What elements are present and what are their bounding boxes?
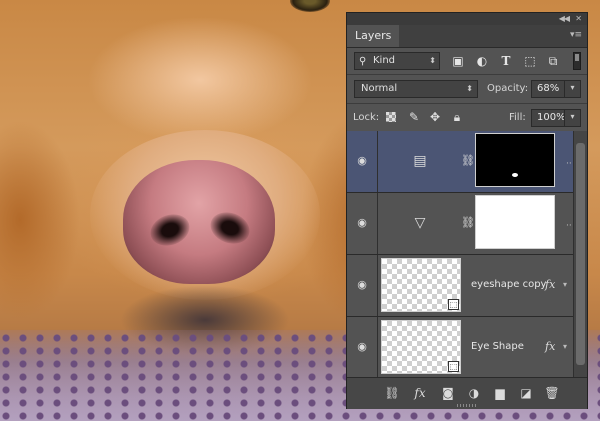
fill-value: 100% xyxy=(537,112,566,123)
delete-layer-icon[interactable]: 🗑︎ xyxy=(543,385,561,401)
resize-grip[interactable] xyxy=(457,404,477,407)
visibility-toggle[interactable]: ◉ xyxy=(347,131,378,192)
layer-row[interactable]: ◉ ⬚ eyeshape copy fx ▾ xyxy=(347,255,573,317)
filter-kind-select[interactable]: ⚲ Kind ⬍ xyxy=(354,52,440,70)
shape-layer-badge-icon: ⬚ xyxy=(448,361,459,372)
visibility-toggle[interactable]: ◉ xyxy=(347,255,378,316)
more-icon: ·· xyxy=(566,221,572,231)
chevron-updown-icon: ⬍ xyxy=(466,84,473,93)
lock-row: Lock: ✎ ✥ 🔒︎ Fill: 100% ▾ xyxy=(347,104,587,132)
dog-nose xyxy=(123,160,275,284)
adjustment-layer-filter-icon[interactable]: ◐ xyxy=(474,53,490,69)
panel-tab-row: Layers ▾≡ xyxy=(347,25,587,48)
panel-menu-icon[interactable]: ▾≡ xyxy=(570,30,582,40)
fx-icon[interactable]: fx xyxy=(545,339,555,355)
chevron-down-icon[interactable]: ▾ xyxy=(563,277,567,293)
collapse-icon[interactable]: ◀◀ xyxy=(559,13,570,25)
photo-region xyxy=(0,120,80,320)
scrollbar-thumb[interactable] xyxy=(576,143,585,365)
search-icon: ⚲ xyxy=(359,56,367,67)
mask-dot xyxy=(512,173,518,177)
layer-name[interactable]: Eye Shape xyxy=(471,339,524,355)
chevron-down-icon[interactable]: ▾ xyxy=(564,109,580,127)
lock-all-icon[interactable]: 🔒︎ xyxy=(450,109,464,125)
opacity-value: 68% xyxy=(537,83,560,94)
new-adjustment-layer-icon[interactable]: ◑ xyxy=(465,385,483,401)
new-group-icon[interactable]: ▆ xyxy=(491,385,509,401)
filter-row: ⚲ Kind ⬍ ▣ ◐ T ⬚ ⧉ xyxy=(347,48,587,74)
layer-thumbnail[interactable]: ⬚ xyxy=(381,258,461,312)
dog-eye xyxy=(290,0,330,12)
lock-label: Lock: xyxy=(353,112,380,123)
pixel-layer-filter-icon[interactable]: ▣ xyxy=(450,53,466,69)
layer-mask-thumbnail[interactable] xyxy=(475,133,555,187)
link-layers-icon[interactable]: ⛓ xyxy=(383,385,401,401)
layers-bottom-toolbar: ⛓ fx ◙ ◑ ▆ ◪ 🗑︎ xyxy=(347,377,587,409)
smart-object-filter-icon[interactable]: ⧉ xyxy=(545,53,561,69)
more-icon: ·· xyxy=(566,159,572,169)
close-icon[interactable]: ✕ xyxy=(575,13,582,25)
lock-position-icon[interactable]: ✥ xyxy=(428,109,442,125)
filter-kind-label: Kind xyxy=(373,55,396,66)
shape-layer-filter-icon[interactable]: ⬚ xyxy=(522,53,538,69)
layer-row[interactable]: ◉ ▽ ⛓ ·· xyxy=(347,193,573,255)
new-layer-icon[interactable]: ◪ xyxy=(517,385,535,401)
chevron-updown-icon: ⬍ xyxy=(429,56,436,65)
fx-icon[interactable]: fx xyxy=(545,277,555,293)
eye-icon: ◉ xyxy=(357,216,367,229)
eye-icon: ◉ xyxy=(357,340,367,353)
blend-row: Normal ⬍ Opacity: 68% ▾ xyxy=(347,75,587,103)
visibility-toggle[interactable]: ◉ xyxy=(347,317,378,377)
blend-mode-value: Normal xyxy=(361,83,398,94)
eye-icon: ◉ xyxy=(357,278,367,291)
opacity-input[interactable]: 68% ▾ xyxy=(531,80,581,98)
layer-name[interactable]: eyeshape copy xyxy=(471,277,546,293)
lock-transparent-pixels-icon[interactable] xyxy=(386,112,396,122)
eye-icon: ◉ xyxy=(357,154,367,167)
chevron-down-icon[interactable]: ▾ xyxy=(563,339,567,355)
layer-row[interactable]: ◉ ▤ ⛓ ·· xyxy=(347,131,573,193)
chevron-down-icon[interactable]: ▾ xyxy=(564,80,580,98)
layer-mask-thumbnail[interactable] xyxy=(475,195,555,249)
layers-panel: ◀◀ ✕ Layers ▾≡ ⚲ Kind ⬍ ▣ ◐ T ⬚ ⧉ Normal… xyxy=(346,12,588,409)
link-icon[interactable]: ⛓ xyxy=(461,153,475,169)
solid-color-adjustment-icon: ▤ xyxy=(413,153,427,169)
layer-row[interactable]: ◉ ⬚ Eye Shape fx ▾ xyxy=(347,317,573,377)
opacity-label: Opacity: xyxy=(487,83,529,94)
layers-list: ◉ ▤ ⛓ ·· ◉ ▽ ⛓ ·· ◉ ⬚ eyeshape copy fx ▾… xyxy=(347,131,573,377)
fill-label: Fill: xyxy=(509,112,526,123)
add-mask-icon[interactable]: ◙ xyxy=(439,385,457,401)
tab-layers[interactable]: Layers xyxy=(347,25,400,47)
layer-thumbnail[interactable]: ⬚ xyxy=(381,320,461,374)
panel-titlebar[interactable]: ◀◀ ✕ xyxy=(347,13,587,25)
visibility-toggle[interactable]: ◉ xyxy=(347,193,378,254)
lock-image-pixels-icon[interactable]: ✎ xyxy=(407,109,421,125)
fill-input[interactable]: 100% ▾ xyxy=(531,109,581,127)
type-layer-filter-icon[interactable]: T xyxy=(498,53,514,69)
shape-layer-badge-icon: ⬚ xyxy=(448,299,459,310)
gradient-adjustment-icon: ▽ xyxy=(414,215,426,231)
link-icon[interactable]: ⛓ xyxy=(461,215,475,231)
add-layer-style-icon[interactable]: fx xyxy=(411,385,429,401)
blend-mode-select[interactable]: Normal ⬍ xyxy=(354,80,478,98)
layers-scrollbar[interactable] xyxy=(573,131,587,377)
filter-toggle-switch[interactable] xyxy=(573,52,581,70)
